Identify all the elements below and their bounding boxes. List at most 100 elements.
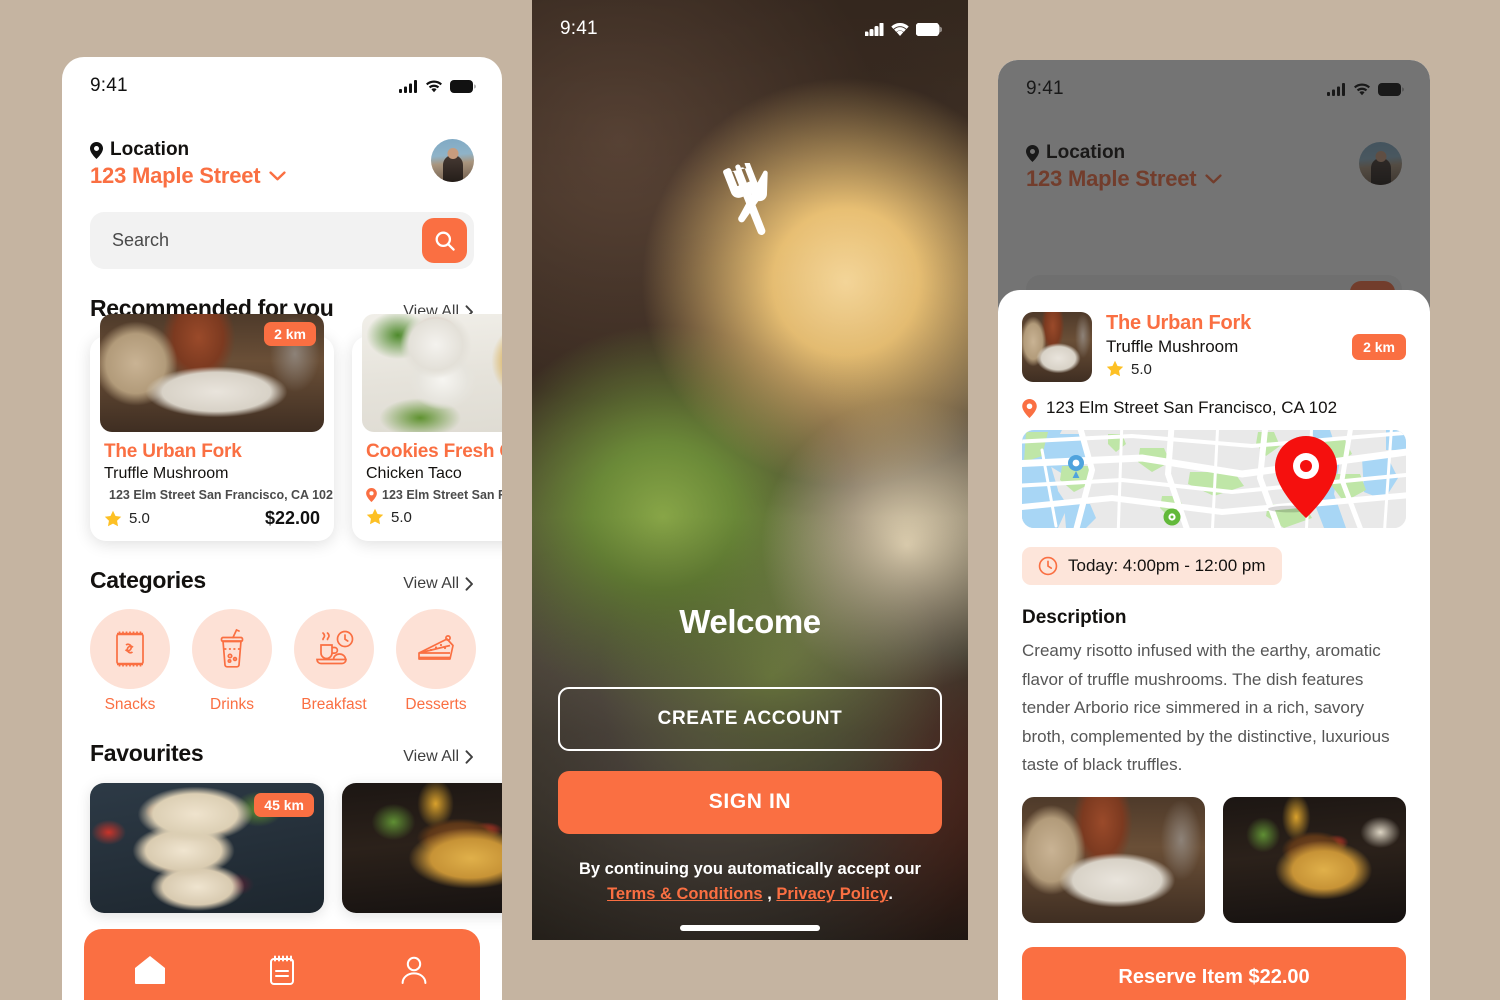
legal-text: By continuing you automatically accept o…	[558, 857, 942, 908]
list-item[interactable]: 2 km The Urban Fork Truffle Mushroom 123…	[90, 314, 334, 541]
view-all-favourites[interactable]: View All	[403, 748, 474, 766]
avatar[interactable]	[431, 139, 474, 182]
recommended-cards: 2 km The Urban Fork Truffle Mushroom 123…	[90, 314, 502, 541]
legal-suffix: .	[888, 885, 893, 904]
privacy-link[interactable]: Privacy Policy	[776, 885, 888, 903]
location-header: Location 123 Maple Street	[90, 139, 474, 189]
location-pin-icon	[1022, 398, 1037, 418]
gallery-image[interactable]	[1022, 796, 1205, 923]
home-indicator	[680, 925, 820, 931]
status-time: 9:41	[90, 75, 128, 96]
dish-name: Chicken Taco	[366, 465, 462, 482]
category-item-snacks[interactable]: Snacks	[90, 609, 170, 714]
category-list: Snacks Drinks Breakfast Desserts	[90, 609, 476, 714]
list-item[interactable]	[342, 783, 502, 913]
chevron-right-icon	[465, 577, 473, 591]
welcome-block: Welcome CREATE ACCOUNT SIGN IN By contin…	[558, 603, 942, 908]
gallery	[1022, 796, 1406, 923]
fork-knife-crossed-icon	[723, 163, 768, 235]
distance-badge: 2 km	[1352, 334, 1406, 360]
battery-full-icon	[916, 22, 942, 36]
map-pin-marker	[1275, 435, 1338, 518]
clock-icon	[1038, 556, 1058, 576]
restaurant-name: Cookies Fresh C	[366, 441, 502, 462]
distance-badge: 45 km	[254, 793, 314, 817]
section-title: Favourites	[90, 740, 204, 766]
address-text: 123 Elm Street San Francisco, CA 102	[109, 488, 333, 502]
phone-home-screen: 9:41 Location 123 Maple Street Search Re…	[62, 57, 502, 1000]
location-value: 123 Maple Street	[90, 163, 261, 188]
battery-full-icon	[450, 79, 476, 93]
star-icon	[366, 508, 384, 525]
home-indicator	[1144, 990, 1284, 996]
search-bar	[90, 212, 474, 269]
gallery-image[interactable]	[1223, 796, 1406, 923]
wifi-icon	[891, 22, 909, 36]
chevron-down-icon	[269, 170, 287, 180]
location-label: Location	[110, 139, 190, 160]
category-label: Breakfast	[301, 696, 367, 713]
sign-in-button[interactable]: SIGN IN	[558, 770, 942, 834]
address-row: 123 Elm Street San Fran	[366, 488, 502, 502]
wifi-icon	[426, 79, 442, 92]
description-text: Creamy risotto infused with the earthy, …	[1022, 641, 1390, 775]
phone-welcome-screen: 9:41 Welcome CREATE ACCOUNT SIGN IN By c…	[532, 0, 968, 940]
list-item[interactable]: 45 km	[90, 783, 324, 913]
cake-slice-icon	[396, 609, 476, 689]
favourites-list: 45 km	[90, 783, 502, 913]
status-bar: 9:41	[62, 57, 502, 101]
view-all-categories[interactable]: View All	[403, 575, 474, 593]
detail-sheet: The Urban Fork Truffle Mushroom 5.0 2 km…	[998, 290, 1430, 1000]
hours-text: Today: 4:00pm - 12:00 pm	[1068, 556, 1266, 575]
star-icon	[104, 510, 122, 526]
nav-item-profile[interactable]	[379, 944, 449, 996]
description-title: Description	[1022, 607, 1127, 628]
search-button[interactable]	[422, 218, 467, 263]
terms-link[interactable]: Terms & Conditions	[607, 885, 763, 903]
home-content: Location 123 Maple Street Recommended fo…	[62, 139, 502, 913]
hours-badge: Today: 4:00pm - 12:00 pm	[1022, 547, 1282, 585]
address-text: 123 Elm Street San Fran	[382, 488, 502, 502]
dish-thumbnail	[1022, 312, 1092, 382]
app-logo	[532, 163, 968, 245]
dish-name: Truffle Mushroom	[104, 465, 229, 482]
rating-value: 5.0	[129, 510, 150, 527]
legal-separator: ,	[762, 885, 777, 904]
status-time: 9:41	[560, 18, 598, 39]
phone-detail-screen: 9:41 Location 123 Maple Street	[998, 60, 1430, 1000]
legal-prefix: By continuing you automatically accept o…	[579, 859, 921, 878]
map-preview[interactable]	[1022, 430, 1406, 528]
location-pin-icon	[90, 141, 103, 159]
list-item[interactable]: Cookies Fresh C Chicken Taco 123 Elm Str…	[352, 314, 502, 541]
price: $22.00	[264, 508, 320, 528]
snack-pack-icon	[90, 609, 170, 689]
category-item-desserts[interactable]: Desserts	[396, 609, 476, 714]
food-photo: 2 km	[100, 314, 324, 432]
rating: 5.0	[366, 508, 412, 526]
distance-badge: 2 km	[264, 322, 316, 346]
welcome-title: Welcome	[679, 602, 821, 640]
category-item-breakfast[interactable]: Breakfast	[294, 609, 374, 714]
food-photo	[362, 314, 502, 432]
categories-header: Categories View All	[90, 567, 474, 594]
nav-item-home[interactable]	[115, 944, 185, 996]
category-label: Desserts	[405, 696, 467, 713]
home-icon	[135, 956, 165, 984]
star-icon	[1106, 360, 1124, 377]
address-row: 123 Elm Street San Francisco, CA 102	[104, 488, 333, 502]
nav-item-orders[interactable]	[247, 944, 317, 996]
create-account-button[interactable]: CREATE ACCOUNT	[558, 686, 942, 751]
section-title: Categories	[90, 567, 206, 593]
status-bar: 9:41	[532, 0, 968, 44]
detail-header: The Urban Fork Truffle Mushroom 5.0 2 km	[1022, 312, 1406, 382]
bottom-navigation	[84, 929, 480, 1000]
screenshot-stage: 9:41 Location 123 Maple Street Search Re…	[0, 0, 1500, 1000]
address-row: 123 Elm Street San Francisco, CA 102	[1022, 398, 1406, 418]
category-label: Drinks	[210, 696, 254, 713]
search-input[interactable]	[112, 230, 412, 251]
search-icon	[435, 231, 455, 251]
category-item-drinks[interactable]: Drinks	[192, 609, 272, 714]
rating: 5.0	[104, 510, 150, 528]
location-selector[interactable]: 123 Maple Street	[90, 163, 287, 189]
chevron-right-icon	[465, 750, 473, 764]
